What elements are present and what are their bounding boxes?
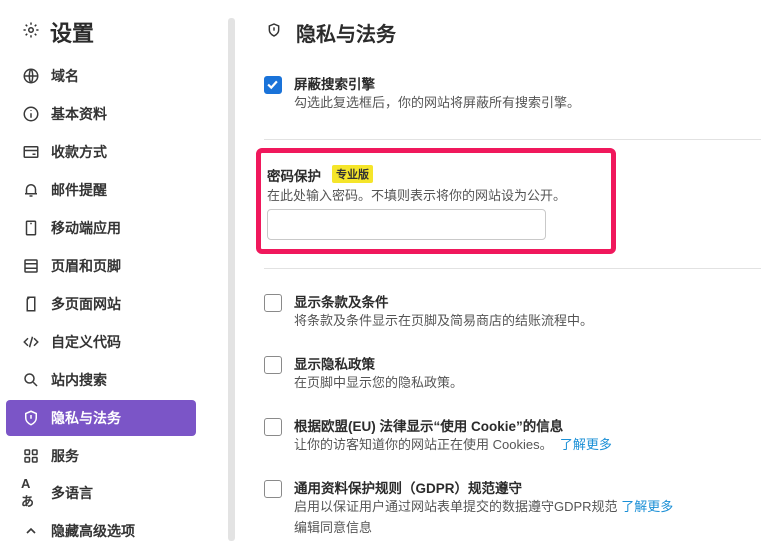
sidebar-item-site-search[interactable]: 站内搜索 [6, 362, 196, 398]
divider [264, 139, 761, 140]
cookie-notice-label: 根据欧盟(EU) 法律显示“使用 Cookie”的信息 [294, 419, 564, 434]
show-terms-label: 显示条款及条件 [294, 295, 389, 310]
cookie-notice-checkbox[interactable] [264, 418, 282, 436]
sidebar-item-label: 隐私与法务 [51, 410, 121, 426]
gdpr-learn-more-link[interactable]: 了解更多 [621, 499, 673, 514]
show-privacy-checkbox[interactable] [264, 356, 282, 374]
gdpr-label: 通用资料保护规则（GDPR）规范遵守 [294, 481, 523, 496]
code-icon [21, 332, 41, 352]
sidebar-item-email-alerts[interactable]: 邮件提醒 [6, 172, 196, 208]
sidebar-item-payment[interactable]: 收款方式 [6, 134, 196, 170]
block-search-engines-desc: 勾选此复选框后，你的网站将屏蔽所有搜索引擎。 [294, 95, 581, 110]
block-search-engines-checkbox[interactable] [264, 76, 282, 94]
page-title: 隐私与法务 [296, 24, 396, 46]
sidebar-header: 设置 [22, 16, 94, 48]
sidebar-scrollbar[interactable] [228, 18, 235, 541]
sidebar-item-label: 页眉和页脚 [51, 258, 121, 274]
sidebar-item-label: 移动端应用 [51, 220, 121, 236]
bell-icon [21, 180, 41, 200]
info-icon [21, 104, 41, 124]
sidebar-item-header-footer[interactable]: 页眉和页脚 [6, 248, 196, 284]
mobile-icon [21, 218, 41, 238]
layout-icon [21, 256, 41, 276]
main-panel: 隐私与法务 屏蔽搜索引擎 勾选此复选框后，你的网站将屏蔽所有搜索引擎。 密码保护… [256, 0, 761, 541]
sidebar-item-label: 多语言 [51, 485, 93, 501]
password-input[interactable] [267, 209, 546, 240]
sidebar-item-multi-page[interactable]: 多页面网站 [6, 286, 196, 322]
pages-icon [21, 294, 41, 314]
pro-badge: 专业版 [332, 165, 373, 183]
sidebar-item-basic-info[interactable]: 基本资料 [6, 96, 196, 132]
sidebar-item-label: 站内搜索 [51, 372, 107, 388]
sidebar-item-mobile-app[interactable]: 移动端应用 [6, 210, 196, 246]
sidebar-item-hide-advanced[interactable]: 隐藏高级选项 [6, 513, 196, 549]
shield-icon [21, 408, 41, 428]
sidebar-item-label: 多页面网站 [51, 296, 121, 312]
checkmark-icon [267, 80, 278, 90]
grid-icon [21, 446, 41, 466]
gear-icon [22, 21, 40, 44]
sidebar-item-label: 邮件提醒 [51, 182, 107, 198]
sidebar-item-label: 收款方式 [51, 144, 107, 160]
page-header: 隐私与法务 [266, 18, 396, 47]
edit-consent-link[interactable]: 编辑同意信息 [294, 517, 372, 536]
divider [264, 268, 761, 269]
gdpr-desc: 启用以保证用户通过网站表单提交的数据遵守GDPR规范 [294, 499, 618, 514]
sidebar-item-domain[interactable]: 域名 [6, 58, 196, 94]
password-protection-label: 密码保护 [267, 169, 321, 184]
sidebar-title: 设置 [50, 21, 95, 46]
show-terms-desc: 将条款及条件显示在页脚及简易商店的结账流程中。 [294, 313, 594, 328]
sidebar-item-privacy-legal[interactable]: 隐私与法务 [6, 400, 196, 436]
sidebar-item-label: 自定义代码 [51, 334, 121, 350]
globe-icon [21, 66, 41, 86]
wallet-icon [21, 142, 41, 162]
sidebar: 设置 域名 基本资料 收款方式 邮件提醒 移动端应用 页眉和页脚 多页面网站 自… [0, 0, 228, 541]
sidebar-item-multilingual[interactable]: Aあ 多语言 [6, 475, 196, 511]
block-search-engines-label: 屏蔽搜索引擎 [294, 77, 375, 92]
chevron-up-icon [21, 521, 41, 541]
cookie-notice-desc: 让你的访客知道你的网站正在使用 Cookies。 [294, 437, 553, 452]
language-icon: Aあ [21, 476, 35, 509]
sidebar-item-label: 隐藏高级选项 [51, 523, 135, 539]
password-protection-desc: 在此处输入密码。不填则表示将你的网站设为公开。 [267, 188, 567, 203]
sidebar-item-services[interactable]: 服务 [6, 438, 196, 474]
show-terms-checkbox[interactable] [264, 294, 282, 312]
sidebar-item-label: 服务 [51, 448, 79, 464]
gdpr-checkbox[interactable] [264, 480, 282, 498]
cookie-notice-desc-line: 让你的访客知道你的网站正在使用 Cookies。 了解更多 [294, 434, 612, 453]
sidebar-item-custom-code[interactable]: 自定义代码 [6, 324, 196, 360]
sidebar-item-label: 域名 [51, 68, 79, 84]
show-privacy-label: 显示隐私政策 [294, 357, 375, 372]
gdpr-desc-line: 启用以保证用户通过网站表单提交的数据遵守GDPR规范 了解更多 [294, 496, 673, 515]
search-icon [21, 370, 41, 390]
sidebar-item-label: 基本资料 [51, 106, 107, 122]
password-protection-section: 密码保护 专业版 在此处输入密码。不填则表示将你的网站设为公开。 [256, 148, 616, 254]
cookie-learn-more-link[interactable]: 了解更多 [560, 437, 612, 452]
shield-icon [266, 22, 282, 43]
show-privacy-desc: 在页脚中显示您的隐私政策。 [294, 375, 464, 390]
